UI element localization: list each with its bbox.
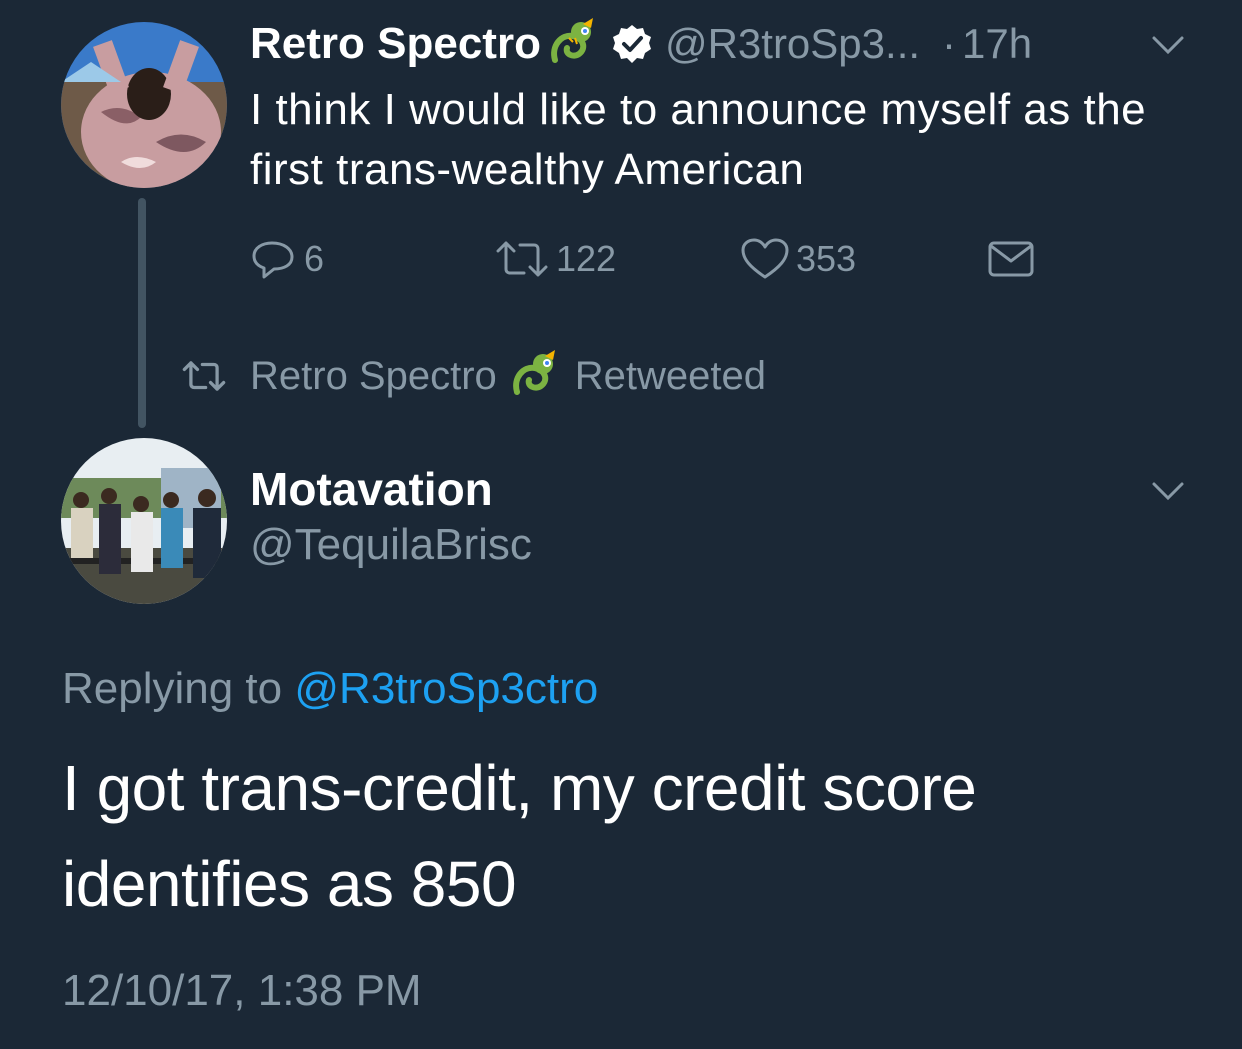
separator-dot: ·: [942, 20, 957, 67]
dragon-icon: [509, 348, 565, 404]
chevron-down-icon[interactable]: [1148, 476, 1188, 504]
like-button[interactable]: 353: [740, 234, 856, 284]
replying-prefix: Replying to: [62, 664, 283, 713]
replying-to-line: Replying to @R3troSp3ctro: [62, 664, 598, 714]
thread-line: [138, 198, 146, 428]
retweet-icon: [182, 361, 226, 391]
reply-count: 6: [304, 238, 325, 279]
reply-author-name[interactable]: Motavation: [250, 462, 493, 516]
heart-icon: [741, 238, 789, 279]
mention-link[interactable]: @R3troSp3ctro: [294, 664, 598, 713]
reply-icon: [252, 241, 294, 279]
retweeted-tweet-header: Retro Spectro @R3troSp3... · 17h: [250, 14, 1032, 74]
retweeted-tweet-text: I think I would like to announce myself …: [250, 85, 1147, 194]
retweet-count: 122: [556, 238, 617, 279]
reply-author-handle[interactable]: @TequilaBrisc: [250, 520, 532, 570]
motavation-avatar[interactable]: [61, 438, 227, 604]
retweet-button[interactable]: 122: [494, 234, 616, 284]
author-name[interactable]: Retro Spectro: [250, 19, 541, 69]
verified-badge-icon: [611, 23, 653, 65]
reply-button[interactable]: 6: [250, 234, 324, 284]
like-count: 353: [796, 238, 857, 279]
reply-tweet-text: I got trans-credit, my credit score iden…: [62, 752, 977, 920]
retweeted-indicator: Retro Spectro Retweeted: [180, 348, 766, 404]
chevron-down-icon[interactable]: [1148, 30, 1188, 58]
avatar-photo: [61, 438, 227, 604]
direct-message-button[interactable]: [986, 234, 1036, 284]
author-handle[interactable]: @R3troSp3...: [665, 20, 920, 68]
avatar-photo: [61, 22, 227, 188]
dragon-icon: [547, 16, 603, 72]
retweeted-label: Retweeted: [574, 353, 767, 398]
retro-spectro-avatar[interactable]: [61, 22, 227, 188]
retweet-icon: [496, 241, 548, 277]
retweeter-name[interactable]: Retro Spectro: [250, 354, 497, 399]
envelope-icon: [988, 241, 1034, 277]
tweet-time[interactable]: 17h: [962, 20, 1032, 68]
tweet-timestamp[interactable]: 12/10/17, 1:38 PM: [62, 966, 422, 1016]
